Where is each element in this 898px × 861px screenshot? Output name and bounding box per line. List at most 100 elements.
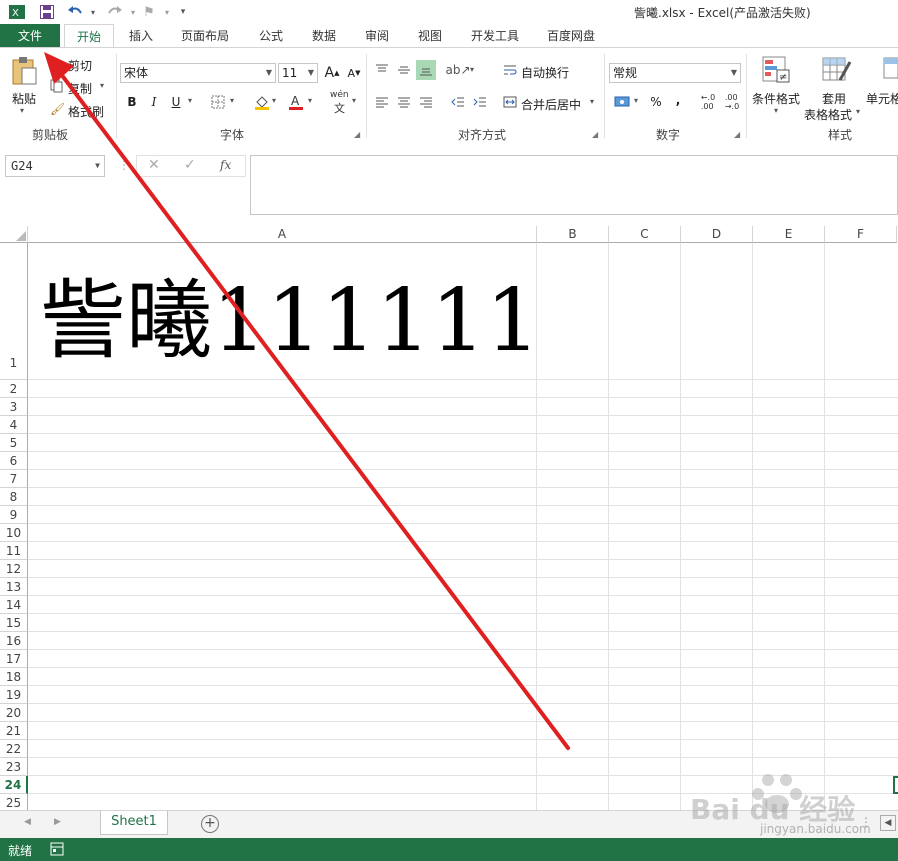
number-format-combo[interactable]: 常规 ▼	[609, 63, 741, 83]
conditional-formatting-button[interactable]: 条件格式	[752, 90, 800, 107]
paste-icon[interactable]	[10, 56, 38, 86]
format-as-table-line2[interactable]: 表格格式	[804, 106, 852, 123]
select-all-corner[interactable]	[0, 226, 28, 243]
grow-font-button[interactable]: A ▲	[322, 63, 342, 83]
column-header-a[interactable]: A	[28, 226, 537, 243]
bold-button[interactable]: B	[122, 92, 142, 112]
font-color-icon[interactable]: A	[286, 92, 306, 112]
column-header-d[interactable]: D	[681, 226, 753, 243]
undo-dropdown-icon[interactable]: ▾	[84, 3, 102, 21]
copy-dropdown-icon[interactable]: ▾	[100, 81, 104, 90]
row-header-17[interactable]: 17	[0, 650, 28, 668]
merge-center-button[interactable]: 合并后居中	[521, 96, 581, 113]
tab-insert[interactable]: 插入	[120, 24, 162, 48]
increase-decimal-icon[interactable]: ←.0.00	[698, 92, 718, 112]
italic-button[interactable]: I	[144, 92, 164, 112]
row-header-10[interactable]: 10	[0, 524, 28, 542]
borders-icon[interactable]	[208, 92, 228, 112]
row-header-14[interactable]: 14	[0, 596, 28, 614]
cell-a1[interactable]: 訾曦111111	[40, 266, 540, 376]
tab-view[interactable]: 视图	[409, 24, 451, 48]
shrink-font-button[interactable]: A ▼	[344, 63, 364, 83]
format-as-table-dropdown-icon[interactable]: ▾	[856, 107, 860, 116]
row-header-6[interactable]: 6	[0, 452, 28, 470]
row-header-23[interactable]: 23	[0, 758, 28, 776]
align-bottom-icon[interactable]	[416, 60, 436, 80]
conditional-dropdown-icon[interactable]: ▾	[774, 106, 778, 115]
cell-styles-icon[interactable]	[878, 56, 898, 84]
increase-indent-icon[interactable]	[470, 92, 490, 112]
column-header-b[interactable]: B	[537, 226, 609, 243]
tab-developer[interactable]: 开发工具	[462, 24, 528, 48]
align-left-icon[interactable]	[372, 92, 392, 112]
merge-center-icon[interactable]	[500, 92, 520, 112]
row-header-9[interactable]: 9	[0, 506, 28, 524]
row-header-5[interactable]: 5	[0, 434, 28, 452]
align-center-icon[interactable]	[394, 92, 414, 112]
cut-button[interactable]: 剪切	[68, 57, 92, 74]
more-options-icon[interactable]: ⋮	[118, 158, 130, 172]
row-header-7[interactable]: 7	[0, 470, 28, 488]
cell-styles-button[interactable]: 单元格	[866, 90, 898, 107]
orientation-dropdown-icon[interactable]: ▾	[470, 65, 474, 74]
row-header-20[interactable]: 20	[0, 704, 28, 722]
column-header-f[interactable]: F	[825, 226, 897, 243]
undo-icon[interactable]	[66, 3, 84, 21]
new-sheet-icon[interactable]: +	[201, 815, 219, 833]
row-header-8[interactable]: 8	[0, 488, 28, 506]
row-header-15[interactable]: 15	[0, 614, 28, 632]
row-header-1[interactable]: 1	[0, 243, 28, 380]
enter-icon[interactable]: ✓	[184, 157, 196, 173]
font-dialog-launcher-icon[interactable]: ◢	[354, 130, 360, 139]
phonetic-guide-button[interactable]: wén	[330, 90, 349, 100]
row-header-13[interactable]: 13	[0, 578, 28, 596]
align-middle-icon[interactable]	[394, 60, 414, 80]
accounting-format-icon[interactable]	[612, 92, 632, 112]
macro-record-icon[interactable]	[50, 842, 64, 859]
font-color-dropdown-icon[interactable]: ▾	[308, 96, 312, 105]
wrap-text-icon[interactable]	[500, 60, 520, 80]
row-header-24[interactable]: 24	[0, 776, 28, 794]
cancel-icon[interactable]: ✕	[148, 157, 160, 173]
name-box[interactable]: G24 ▼	[5, 155, 105, 177]
row-header-3[interactable]: 3	[0, 398, 28, 416]
format-painter-icon[interactable]: 🖌	[50, 102, 65, 116]
fill-color-dropdown-icon[interactable]: ▾	[272, 96, 276, 105]
row-header-4[interactable]: 4	[0, 416, 28, 434]
comma-style-button[interactable]: ,	[668, 90, 688, 110]
paste-label[interactable]: 粘贴	[12, 90, 36, 107]
borders-dropdown-icon[interactable]: ▾	[230, 96, 234, 105]
tab-formulas[interactable]: 公式	[250, 24, 292, 48]
sheet-scroll-left-icon[interactable]: ◀	[24, 817, 31, 827]
tab-page-layout[interactable]: 页面布局	[172, 24, 238, 48]
tab-file[interactable]: 文件	[0, 24, 60, 48]
sheet-scroll-right-icon[interactable]: ▶	[54, 817, 61, 827]
row-header-18[interactable]: 18	[0, 668, 28, 686]
column-header-c[interactable]: C	[609, 226, 681, 243]
wrap-text-button[interactable]: 自动换行	[521, 64, 569, 81]
number-dialog-launcher-icon[interactable]: ◢	[734, 130, 740, 139]
copy-icon[interactable]	[50, 79, 64, 93]
row-header-11[interactable]: 11	[0, 542, 28, 560]
decrease-indent-icon[interactable]	[448, 92, 468, 112]
font-name-combo[interactable]: 宋体 ▼	[120, 63, 276, 83]
row-header-2[interactable]: 2	[0, 380, 28, 398]
tab-baidu-netdisk[interactable]: 百度网盘	[538, 24, 604, 48]
tab-home[interactable]: 开始	[64, 24, 114, 49]
save-icon[interactable]	[38, 3, 56, 21]
align-right-icon[interactable]	[416, 92, 436, 112]
underline-button[interactable]: U	[166, 92, 186, 112]
copy-button[interactable]: 复制	[68, 80, 92, 97]
active-cell-g24[interactable]	[893, 776, 898, 794]
row-header-12[interactable]: 12	[0, 560, 28, 578]
font-size-combo[interactable]: 11 ▼	[278, 63, 318, 83]
format-as-table-line1[interactable]: 套用	[822, 90, 846, 107]
row-header-21[interactable]: 21	[0, 722, 28, 740]
format-as-table-icon[interactable]	[822, 56, 852, 84]
row-header-19[interactable]: 19	[0, 686, 28, 704]
fill-color-icon[interactable]	[252, 92, 272, 112]
redo-icon[interactable]	[106, 3, 124, 21]
paste-dropdown-icon[interactable]: ▾	[20, 106, 24, 115]
insert-function-button[interactable]: fx	[220, 158, 231, 172]
conditional-formatting-icon[interactable]: ≠	[762, 56, 790, 84]
